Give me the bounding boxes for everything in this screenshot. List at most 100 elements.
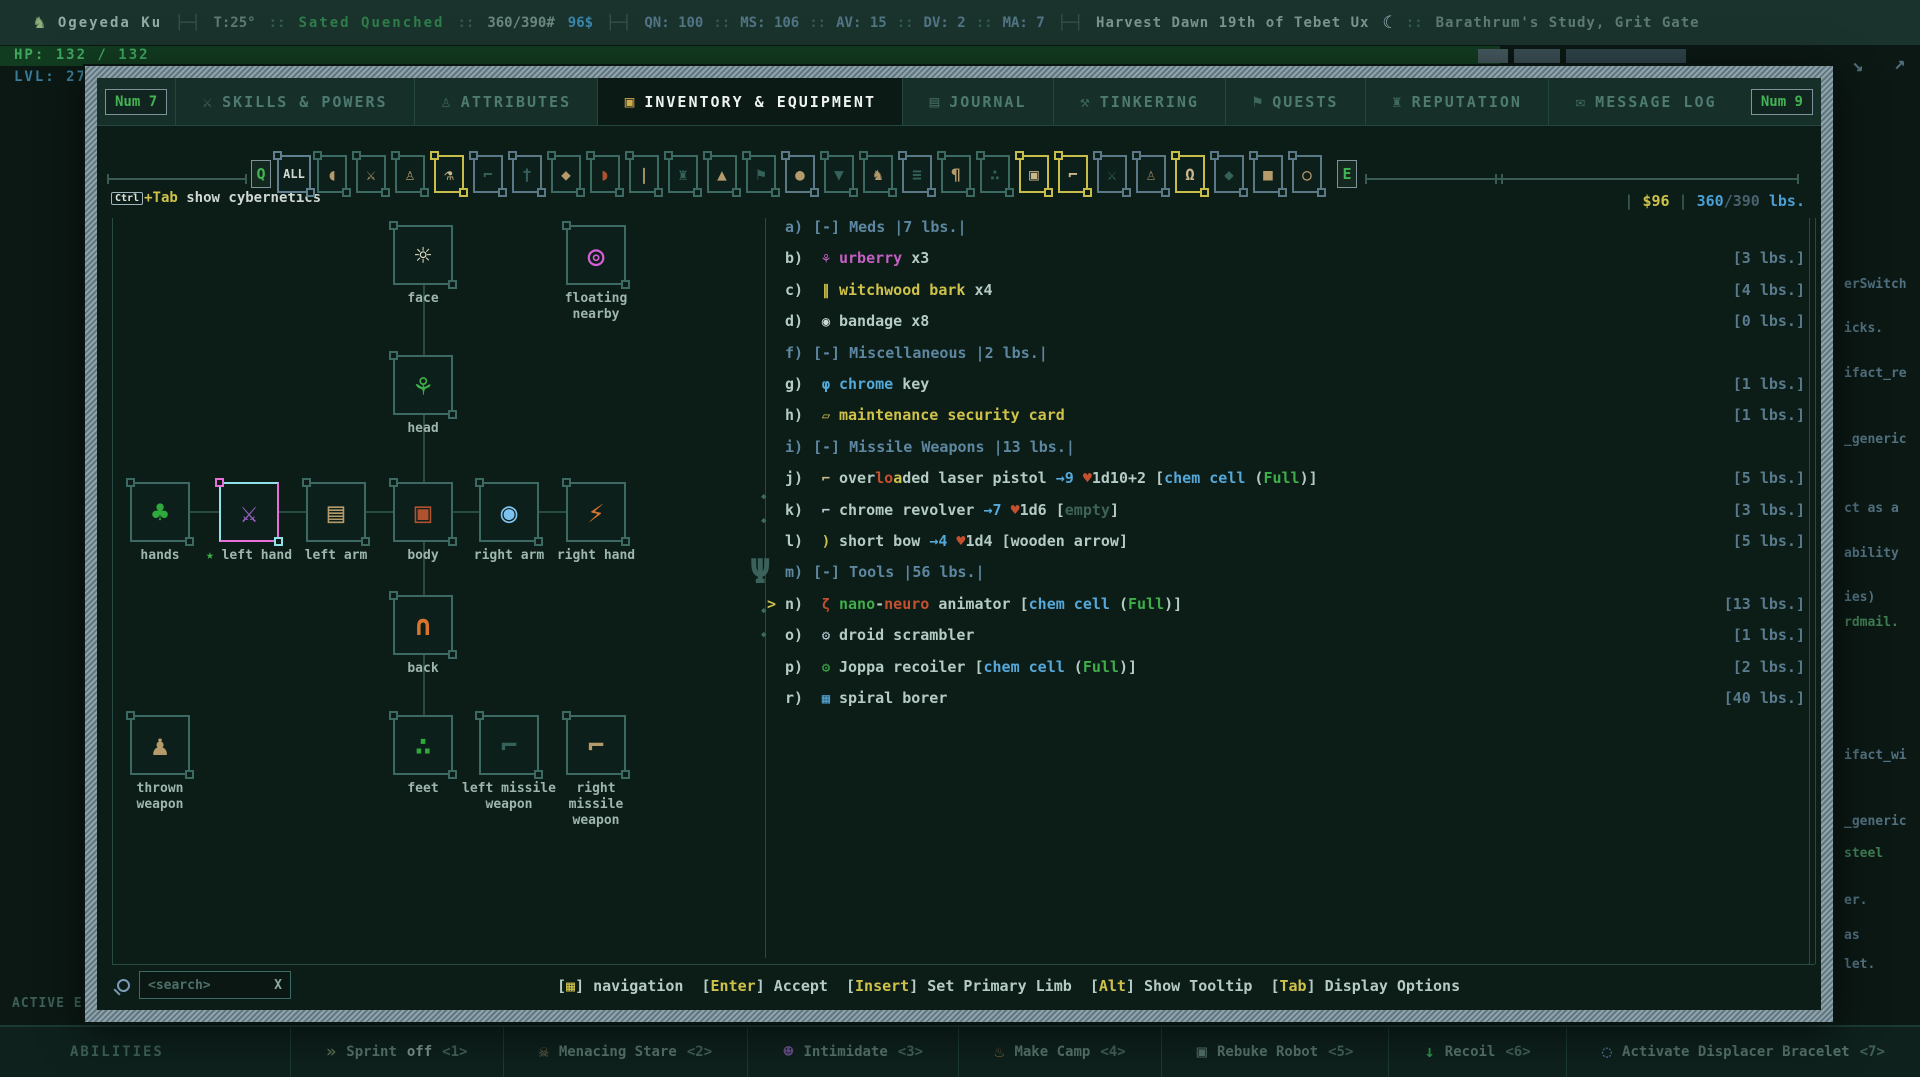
inventory-category-row[interactable]: f) [-] Miscellaneous |2 lbs.| <box>785 340 1805 366</box>
slot-left-hand[interactable]: ⚔ <box>215 478 283 546</box>
slot-label-left-hand: ★ left hand <box>201 548 297 564</box>
tab-message-log[interactable]: ✉ MESSAGE LOG <box>1548 78 1743 125</box>
ability-sprint[interactable]: » Sprint off <1> <box>290 1027 503 1077</box>
inventory-item-row[interactable]: j) ⌐ overloaded laser pistol →9 ♥1d10+2 [c… <box>785 465 1805 491</box>
filter-filter-12[interactable]: ⚑ <box>742 151 780 197</box>
inventory-item-row[interactable]: o) ⚙ droid scrambler [1 lbs.] <box>785 622 1805 648</box>
tab-quests[interactable]: ⚑ QUESTS <box>1225 78 1364 125</box>
item-text-segment: Full <box>1082 657 1119 676</box>
filter-filter-15[interactable]: ♞ <box>859 151 897 197</box>
filter-filter-3[interactable]: ♙ <box>391 151 429 197</box>
inventory-category-row[interactable]: m) [-] Tools |56 lbs.| <box>785 559 1805 585</box>
inventory-item-row[interactable]: h) ▱ maintenance security card [1 lbs.] <box>785 402 1805 428</box>
separator-dots: :: <box>457 14 475 31</box>
filter-filter-8[interactable]: ◗ <box>586 151 624 197</box>
filter-meds[interactable]: ⚗ <box>430 151 468 197</box>
slot-face[interactable]: ☼ <box>389 221 457 289</box>
ability-activate-displacer-bracelet[interactable]: ◌ Activate Displacer Bracelet <7> <box>1565 1027 1920 1077</box>
inventory-icon: ▣ <box>624 92 635 111</box>
filter-filter-10[interactable]: ♜ <box>664 151 702 197</box>
short-bow-icon: ) <box>821 534 831 550</box>
inventory-item-row[interactable]: r) ▦ spiral borer [40 lbs.] <box>785 685 1805 711</box>
ability-recoil[interactable]: ↓ Recoil <6> <box>1388 1027 1565 1077</box>
search-clear-button[interactable]: X <box>274 978 282 993</box>
filter-filter-24[interactable]: ◆ <box>1210 151 1248 197</box>
filter-filter-18[interactable]: ∴ <box>976 151 1014 197</box>
item-text-segment: witchwood bark <box>839 280 966 299</box>
inventory-item-row[interactable]: p) ⚙ Joppa recoiler [chem cell (Full)] [2 l… <box>785 654 1805 680</box>
filter-filter-11[interactable]: ▲ <box>703 151 741 197</box>
tab-reputation[interactable]: ♜ REPUTATION <box>1364 78 1549 125</box>
slot-right-missile-weapon[interactable]: ⌐ <box>562 711 630 779</box>
next-tab-key[interactable]: Num 9 <box>1750 88 1813 115</box>
background-text-fragment: rdmail. <box>1844 615 1899 630</box>
inventory-item-row[interactable]: k) ⌐ chrome revolver →7 ♥1d6 [empty] [3 lbs… <box>785 497 1805 523</box>
laser-pistol-icon: ⌐ <box>821 471 831 488</box>
ability-intimidate[interactable]: ☻ Intimidate <3> <box>747 1027 958 1077</box>
nano-neuro-animator-icon: ζ <box>821 596 831 613</box>
ability-hotkey: <6> <box>1505 1044 1531 1060</box>
inventory-item-row[interactable]: g) φ chrome key [1 lbs.] <box>785 371 1805 397</box>
slot-right-arm[interactable]: ◉ <box>475 478 543 546</box>
ability-rebuke-robot[interactable]: ▣ Rebuke Robot <5> <box>1160 1027 1389 1077</box>
slot-head[interactable]: ⚘ <box>389 351 457 419</box>
filter-filter-7[interactable]: ◆ <box>547 151 585 197</box>
inventory-category-row[interactable]: i) [-] Missile Weapons |13 lbs.| <box>785 434 1805 460</box>
money-segment: | <box>1669 192 1697 210</box>
slot-hands[interactable]: ♣ <box>126 478 194 546</box>
tab-skills-powers[interactable]: ⚔ SKILLS & POWERS <box>175 78 414 125</box>
inventory-item-row[interactable]: l)) short bow →4 ♥1d4 [wooden arrow] [5 lb… <box>785 528 1805 554</box>
resize-ne-icon[interactable]: ↗ <box>1894 52 1905 74</box>
ability-menacing-stare[interactable]: ☠ Menacing Stare <2> <box>502 1027 748 1077</box>
filter-filter-9[interactable]: ∣ <box>625 151 663 197</box>
ability-make-camp[interactable]: ♨ Make Camp <4> <box>958 1027 1161 1077</box>
hint-label: Set Primary Limb <box>927 977 1072 995</box>
filter-filter-25[interactable]: ■ <box>1249 151 1287 197</box>
inventory-item-row[interactable]: c) ∥ witchwood bark x4 [4 lbs.] <box>785 277 1805 303</box>
slot-left-arm[interactable]: ▤ <box>302 478 370 546</box>
filter-all[interactable]: ALL <box>273 151 315 197</box>
resize-se-icon[interactable]: ↘ <box>1852 54 1863 76</box>
filter-filter-16[interactable]: ≡ <box>898 151 936 197</box>
filter-filter-21[interactable]: ⚔ <box>1093 151 1131 197</box>
filter-tools[interactable]: Ω <box>1171 151 1209 197</box>
slot-left-missile-weapon[interactable]: ⌐ <box>475 711 543 779</box>
search-input[interactable] <box>148 977 275 993</box>
inventory-item-row[interactable]: d) ◉ bandage x8 [0 lbs.] <box>785 308 1805 334</box>
slot-feet[interactable]: ∴ <box>389 711 457 779</box>
slot-right-hand[interactable]: ⚡ <box>562 478 630 546</box>
background-text-fragment: er. <box>1844 893 1868 908</box>
slot-floating-nearby[interactable]: ◎ <box>562 221 630 289</box>
filter-missile-weapons[interactable]: ⌐ <box>1054 151 1092 197</box>
tab-journal[interactable]: ▤ JOURNAL <box>902 78 1052 125</box>
filter-scroll-left-key[interactable]: Q <box>251 160 271 188</box>
inventory-item-row[interactable]: > n) ζ nano-neuro animator [chem cell (Full… <box>767 591 1805 617</box>
filter-filter-17[interactable]: ¶ <box>937 151 975 197</box>
prev-tab-key[interactable]: Num 7 <box>105 88 168 115</box>
slot-thrown-weapon[interactable]: ♟ <box>126 711 194 779</box>
filter-filter-6[interactable]: † <box>508 151 546 197</box>
filter-scroll-right-key[interactable]: E <box>1337 160 1357 188</box>
filter-filter-5[interactable]: ⌐ <box>469 151 507 197</box>
filter-miscellaneous[interactable]: ▣ <box>1015 151 1053 197</box>
slot-body[interactable]: ▣ <box>389 478 457 546</box>
filter-filter-26[interactable]: ○ <box>1288 151 1326 197</box>
tab-inventory-equipment[interactable]: ▣ INVENTORY & EQUIPMENT <box>597 78 903 125</box>
filter-8-icon: ◗ <box>600 164 610 184</box>
slot-back[interactable]: ∩ <box>389 591 457 659</box>
ability-state: off <box>406 1044 433 1060</box>
background-text-fragment: as <box>1844 928 1860 943</box>
item-text-segment: ♥ <box>1082 469 1092 488</box>
inventory-item-row[interactable]: b) ⚘ urberry x3 [3 lbs.] <box>785 245 1805 271</box>
tab-attributes[interactable]: ♙ ATTRIBUTES <box>413 78 598 125</box>
filter-filter-2[interactable]: ⚔ <box>352 151 390 197</box>
filter-filter-22[interactable]: ♙ <box>1132 151 1170 197</box>
tab-tinkering[interactable]: ⚒ TINKERING <box>1052 78 1226 125</box>
money-drams: 96$ <box>567 14 594 31</box>
inventory-category-row[interactable]: a) [-] Meds |7 lbs.| <box>785 214 1805 240</box>
row-hotkey: a) <box>785 218 804 236</box>
item-text-segment: bandage <box>839 312 903 331</box>
filter-filter-1[interactable]: ◖ <box>313 151 351 197</box>
filter-filter-13[interactable]: ● <box>781 151 819 197</box>
filter-filter-14[interactable]: ▼ <box>820 151 858 197</box>
